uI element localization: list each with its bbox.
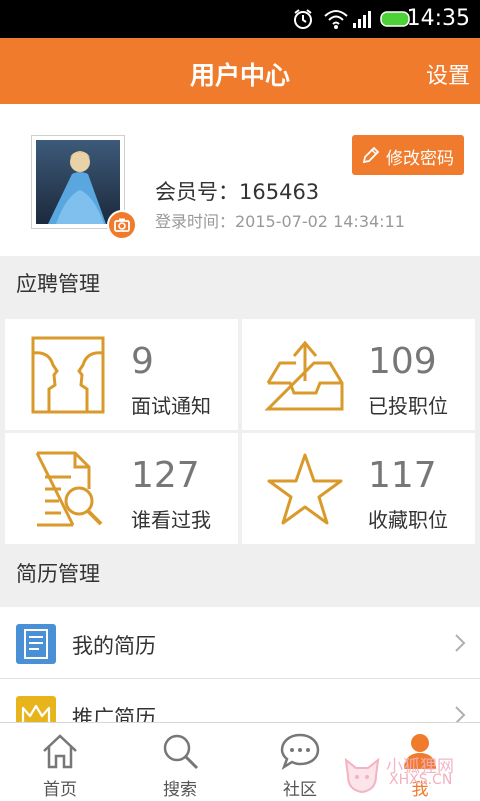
card-applied-jobs[interactable]: 109 已投职位	[242, 319, 475, 430]
crown-icon	[16, 696, 56, 722]
card-label: 谁看过我	[131, 508, 211, 532]
tab-label: 搜索	[163, 780, 197, 800]
alarm-icon	[294, 9, 312, 29]
search-icon	[163, 734, 199, 770]
document-icon	[16, 624, 56, 664]
resume-section-header: 简历管理	[0, 546, 480, 606]
chat-icon	[280, 733, 320, 771]
upload-tray-icon	[264, 340, 344, 411]
watermark-fox-logo	[344, 757, 380, 794]
chevron-right-icon	[455, 706, 466, 722]
pencil-icon	[362, 146, 380, 164]
card-count: 9	[131, 341, 154, 382]
tab-label: 首页	[43, 780, 77, 800]
card-count: 109	[368, 341, 437, 382]
change-password-label: 修改密码	[386, 149, 454, 169]
signal-icon	[353, 11, 371, 28]
list-item-label: 推广简历	[72, 706, 156, 722]
change-password-button[interactable]: 修改密码	[352, 135, 464, 175]
recruit-section-title: 应聘管理	[16, 272, 100, 296]
list-item-my-resume[interactable]: 我的简历	[0, 607, 480, 679]
wifi-icon	[324, 10, 348, 29]
chevron-right-icon	[455, 634, 466, 652]
list-item-label: 我的简历	[72, 634, 156, 658]
card-count: 117	[368, 455, 437, 496]
page-title: 用户中心	[189, 61, 290, 90]
card-label: 面试通知	[131, 394, 211, 418]
login-time: 登录时间：2015-07-02 14:34:11	[155, 212, 405, 231]
card-interview-notices[interactable]: 9 面试通知	[5, 319, 238, 430]
status-time: 14:35	[406, 6, 470, 31]
tab-home[interactable]: 首页	[0, 723, 120, 801]
status-bar: 14:35	[0, 0, 480, 38]
document-search-icon	[35, 451, 103, 527]
settings-button[interactable]: 设置	[426, 58, 470, 90]
app-bar: 用户中心 设置	[0, 38, 480, 104]
profiles-icon	[31, 336, 105, 414]
card-saved-jobs[interactable]: 117 收藏职位	[242, 433, 475, 544]
profile-panel: 修改密码 会员号：165463 登录时间：2015-07-02 14:34:11	[0, 104, 480, 256]
tab-search[interactable]: 搜索	[120, 723, 240, 801]
home-icon	[43, 734, 77, 769]
watermark-subtext: XHXS.CN	[389, 772, 453, 788]
card-who-viewed-me[interactable]: 127 谁看过我	[5, 433, 238, 544]
avatar-photo	[36, 140, 120, 224]
member-number: 会员号：165463	[155, 180, 320, 204]
star-icon	[267, 453, 343, 525]
resume-section-title: 简历管理	[16, 562, 100, 586]
card-count: 127	[131, 455, 200, 496]
camera-icon[interactable]	[107, 210, 137, 240]
recruit-section-header: 应聘管理	[0, 256, 480, 316]
list-item-promote-resume[interactable]: 推广简历	[0, 679, 480, 722]
card-label: 已投职位	[368, 394, 448, 418]
card-label: 收藏职位	[368, 508, 448, 532]
